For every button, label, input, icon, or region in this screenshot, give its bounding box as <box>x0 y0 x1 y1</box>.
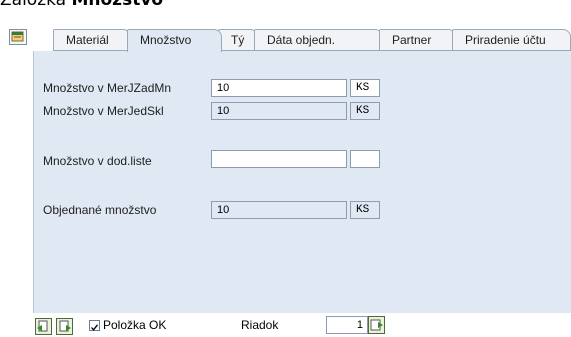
qty-ordered-label: Objednané množstvo <box>43 203 157 217</box>
qty-stock-unit-unit: KS <box>350 102 380 120</box>
tab-label: Materiál <box>66 33 109 47</box>
qty-stock-unit-label: Množstvo v MerJedSkl <box>43 104 164 118</box>
row-number-input[interactable]: 1 <box>326 316 368 334</box>
next-item-icon[interactable] <box>56 318 73 335</box>
go-to-row-icon[interactable] <box>368 316 385 334</box>
qty-delivery-note-label: Množstvo v dod.liste <box>43 154 152 168</box>
qty-stock-unit-value: 10 <box>211 102 347 120</box>
document-overview-icon[interactable] <box>9 29 27 45</box>
qty-delivery-note-unit[interactable] <box>350 150 380 168</box>
tab-partner[interactable]: Partner <box>379 29 456 50</box>
qty-ordered-unit: KS <box>350 201 380 219</box>
tab-material[interactable]: Materiál <box>53 29 131 50</box>
tab-label: Tý <box>231 33 245 47</box>
tab-data-objedn[interactable]: Dáta objedn. <box>254 29 383 50</box>
tab-ty[interactable]: Tý <box>218 29 258 50</box>
row-label: Riadok <box>241 318 279 332</box>
bottom-bar <box>0 313 571 336</box>
item-ok-checkbox[interactable] <box>89 320 100 331</box>
tab-label: Dáta objedn. <box>267 33 336 47</box>
heading-prefix: Záložka <box>0 0 72 10</box>
qty-delivery-note-input[interactable] <box>211 150 347 168</box>
qty-ordered-value: 10 <box>211 201 347 219</box>
tab-label: Priradenie účtu <box>465 33 546 47</box>
page-heading: Záložka Množstvo <box>0 0 163 10</box>
tab-label: Partner <box>392 33 432 47</box>
item-ok-label: Položka OK <box>103 318 167 332</box>
tab-label: Množstvo <box>140 33 192 47</box>
previous-item-icon[interactable] <box>35 318 52 335</box>
tab-strip: Materiál Množstvo Tý Dáta objedn. Partne… <box>53 29 571 52</box>
qty-order-unit-label: Množstvo v MerJZadMn <box>43 81 172 95</box>
heading-bold: Množstvo <box>71 0 164 10</box>
qty-order-unit-unit[interactable]: KS <box>350 79 380 97</box>
tab-priradenie-uctu[interactable]: Priradenie účtu <box>452 29 571 50</box>
qty-order-unit-input[interactable]: 10 <box>211 79 347 97</box>
tab-mnozstvo[interactable]: Množstvo <box>127 29 222 52</box>
